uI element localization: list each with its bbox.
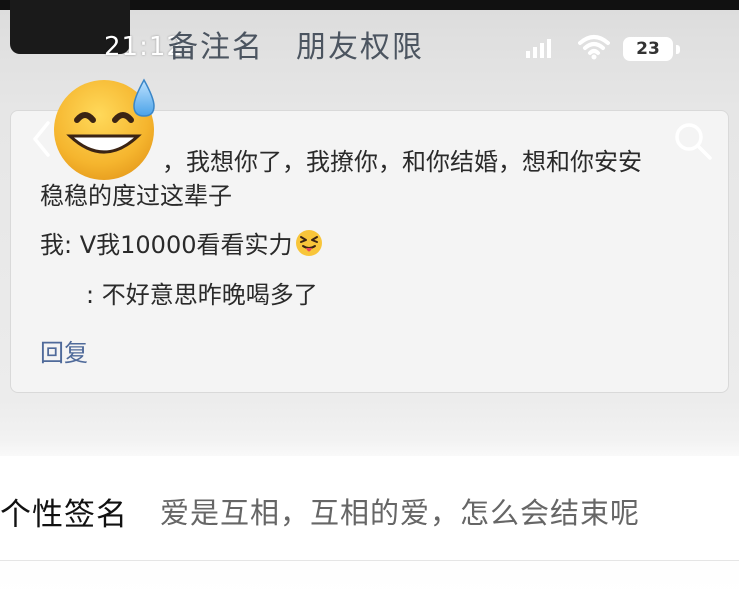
message-line-3: : 不好意思昨晚喝多了 xyxy=(86,281,318,309)
back-arrow-icon[interactable] xyxy=(30,120,54,158)
battery-indicator: 23 xyxy=(623,37,673,61)
tab-remark-name[interactable]: 备注名 xyxy=(168,22,264,66)
signature-label: 个性签名 xyxy=(0,497,128,533)
message-line-2-text: 我: V我10000看看实力 xyxy=(40,231,293,259)
message-line-1: ，我想你了，我撩你，和你结婚，想和你安安 xyxy=(162,148,642,176)
signature-value: 爱是互相，互相的爱，怎么会结束呢 xyxy=(160,496,641,530)
wifi-icon xyxy=(578,35,610,60)
squinting-tongue-emoji xyxy=(296,230,323,256)
signal-icon xyxy=(526,39,551,58)
message-line-1-continued: 稳稳的度过这辈子 xyxy=(40,182,232,210)
reply-link[interactable]: 回复 xyxy=(40,333,88,368)
battery-tip xyxy=(676,45,680,54)
tab-friend-permissions[interactable]: 朋友权限 xyxy=(296,22,424,66)
message-line-2: 我: V我10000看看实力 xyxy=(40,228,324,262)
search-icon[interactable] xyxy=(672,120,714,162)
screen: 21:12 备注名 朋友权限 23 ，我想你了，我撩你，和你结婚，想和你安安 稳… xyxy=(0,0,739,600)
grinning-sweat-emoji xyxy=(54,78,155,180)
